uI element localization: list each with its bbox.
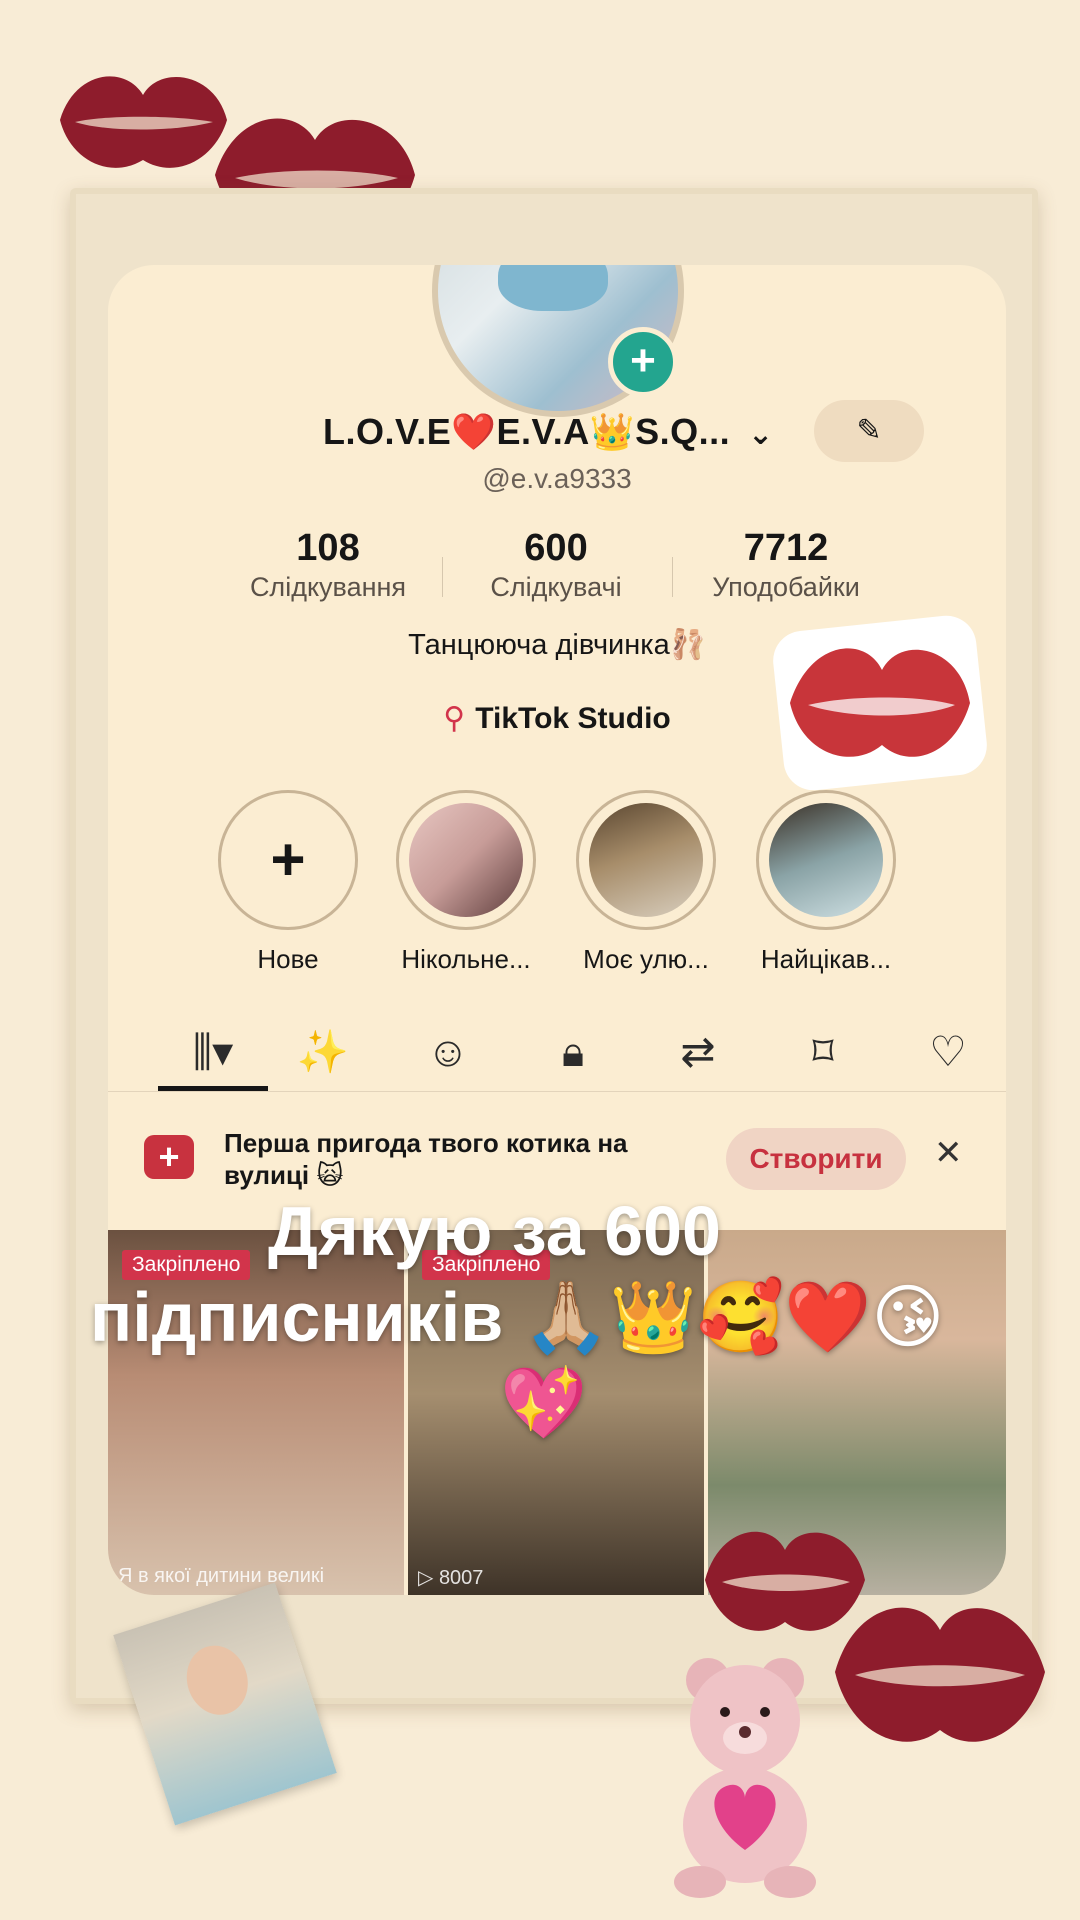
reposts-magic-tab[interactable]: ✨ xyxy=(268,1017,378,1091)
create-button[interactable]: Створити xyxy=(726,1128,906,1190)
liked-tab[interactable]: ♡ xyxy=(893,1017,1003,1091)
video-caption: Я в якої дитини великі xyxy=(118,1565,325,1587)
following-label: Слідкування xyxy=(249,572,407,602)
thank-you-overlay: Дякую за 600 підписників 🙏🏼👑🥰❤️😘 💖 xyxy=(90,1188,990,1446)
repost-icon: ⇄ xyxy=(680,1028,716,1075)
stat-divider xyxy=(442,557,443,597)
bookmark-icon: ⌑ xyxy=(812,1028,834,1075)
highlight-item[interactable]: Моє улю... xyxy=(576,790,716,975)
reposts-tab[interactable]: ⇄ xyxy=(643,1017,753,1091)
following-stat[interactable]: 108 Слідкування xyxy=(228,527,428,603)
profile-tabs: ⫼▾ ✨ ☺ 🔒︎ ⇄ ⌑ ♡ xyxy=(108,1017,1006,1092)
favorites-tab[interactable]: ⌑ xyxy=(768,1017,878,1091)
following-count: 108 xyxy=(296,527,360,569)
highlight-label: Нове xyxy=(257,944,319,974)
overlay-line-2: підписників 🙏🏼👑🥰❤️😘 xyxy=(90,1278,945,1356)
edit-profile-button[interactable]: ✎ xyxy=(814,400,924,462)
highlight-label: Найцікав... xyxy=(760,944,892,974)
highlight-label: Моє улю... xyxy=(583,944,709,974)
chevron-down-icon[interactable]: ⌄ xyxy=(748,417,773,452)
lock-icon: 🔒︎ xyxy=(561,1028,585,1075)
sticker-icon: ☺ xyxy=(426,1028,470,1075)
lipstick-kiss-sticker xyxy=(835,1607,1045,1742)
highlight-item[interactable]: Найцікав... xyxy=(756,790,896,975)
likes-label: Уподобайки xyxy=(712,572,860,602)
overlay-line-3: 💖 xyxy=(500,1364,588,1442)
stat-divider xyxy=(672,557,673,597)
close-icon[interactable]: ✕ xyxy=(934,1133,963,1173)
lipstick-kiss-sticker xyxy=(60,76,227,168)
heart-outline-icon: ♡ xyxy=(929,1028,967,1075)
overlay-line-1: Дякую за 600 xyxy=(268,1192,721,1270)
creator-star-icon: ⚲ xyxy=(443,702,466,735)
magic-wand-icon: ✨ xyxy=(296,1028,350,1075)
studio-label: TikTok Studio xyxy=(475,702,671,735)
teddy-bear-sticker xyxy=(674,1658,816,1898)
lipstick-kiss-sticker xyxy=(773,615,987,790)
display-name: L.O.V.E❤️E.V.A👑S.Q... xyxy=(323,411,731,452)
promo-text: Перша пригода твого котика на вулиці 🙀 xyxy=(224,1128,628,1190)
create-plus-icon: + xyxy=(144,1135,194,1179)
followers-stat[interactable]: 600 Слідкувачі xyxy=(456,527,656,603)
plus-icon: + xyxy=(270,826,306,893)
profile-stats: 108 Слідкування 600 Слідкувачі 7712 Упод… xyxy=(108,527,1006,617)
username-handle: @e.v.a9333 xyxy=(482,463,632,494)
likes-stat[interactable]: 7712 Уподобайки xyxy=(686,527,886,603)
followers-label: Слідкувачі xyxy=(490,572,622,602)
highlight-label: Нікольне... xyxy=(401,944,531,974)
add-follow-icon[interactable]: + xyxy=(608,327,678,397)
stickers-tab[interactable]: ☺ xyxy=(393,1017,503,1091)
videos-tab[interactable]: ⫼▾ xyxy=(158,1017,268,1091)
likes-count: 7712 xyxy=(743,527,829,569)
private-tab[interactable]: 🔒︎ xyxy=(518,1017,628,1091)
highlight-new[interactable]: + Нове xyxy=(218,790,358,975)
grid-bars-icon: ⫼▾ xyxy=(192,1028,234,1075)
pencil-icon: ✎ xyxy=(856,414,882,447)
view-count: ▷ 8007 xyxy=(418,1567,484,1589)
highlight-item[interactable]: Нікольне... xyxy=(396,790,536,975)
followers-count: 600 xyxy=(524,527,588,569)
